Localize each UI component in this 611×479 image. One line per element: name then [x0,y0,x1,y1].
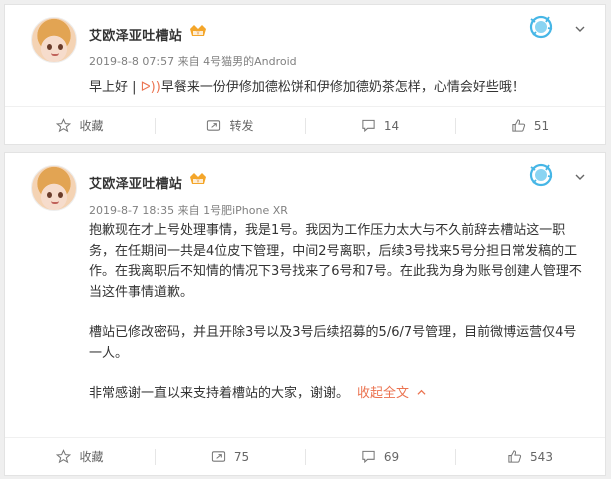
author-name[interactable]: 艾欧泽亚吐槽站 [89,25,182,44]
star-icon [56,449,72,464]
repost-icon [211,451,225,462]
voice-message-icon[interactable]: ᐅ)) [141,80,161,95]
comment-count: 14 [383,118,400,133]
like-count: 51 [533,118,550,133]
comment-button[interactable]: 14 [305,107,455,144]
thumbs-up-icon [512,119,525,132]
post-paragraph: 抱歉现在才上号处理事情，我是1号。我因为工作压力太大与不久前辞去槽站这一职务，在… [89,223,582,300]
weibo-post-card: 艾欧泽亚吐槽站 V 2019-8-7 18:35 来自 1号肥iPhone XR… [4,152,606,476]
action-bar: 收藏 75 69 543 [5,437,605,475]
collapse-label: 收起全文 [357,386,410,401]
post-text: 早上好 | ᐅ))早餐来一份伊修加德松饼和伊修加德奶茶怎样，心情会好些哦！ [89,77,587,98]
avatar-eye [47,192,52,198]
author-name[interactable]: 艾欧泽亚吐槽站 [89,173,182,192]
avatar-mouth [51,53,59,56]
comment-icon [362,450,375,464]
chevron-up-icon [417,389,426,395]
repost-count: 75 [233,449,250,464]
comment-count: 69 [383,449,400,464]
avatar[interactable] [31,17,77,63]
repost-label: 转发 [229,119,254,133]
repost-button[interactable]: 转发 [155,107,305,144]
vip-badge-icon[interactable]: V [188,23,208,39]
thumbs-up-icon [508,450,522,463]
repost-icon [207,120,221,131]
post-meta: 2019-8-7 18:35 来自 1号肥iPhone XR [89,204,288,217]
greeting-text: 早上好 | [89,80,137,95]
avatar-eye [58,44,63,50]
like-count: 543 [530,449,553,464]
comment-button[interactable]: 69 [305,438,455,475]
action-bar: 收藏 转发 14 51 [5,106,605,144]
svg-text:V: V [197,179,200,184]
post-paragraph: 非常感谢一直以来支持着槽站的大家，谢谢。 [89,386,350,401]
like-button[interactable]: 543 [455,438,605,475]
favorite-label: 收藏 [79,119,104,133]
favorite-button[interactable]: 收藏 [5,107,155,144]
post-body-text: 早餐来一份伊修加德松饼和伊修加德奶茶怎样，心情会好些哦！ [160,80,525,95]
chevron-down-icon[interactable] [575,24,585,34]
favorite-button[interactable]: 收藏 [5,438,155,475]
collapse-text-link[interactable]: 收起全文 [357,386,426,401]
favorite-label: 收藏 [79,450,104,464]
avatar[interactable] [31,165,77,211]
chevron-down-icon[interactable] [575,172,585,182]
star-icon [56,118,72,133]
svg-text:V: V [197,31,200,36]
weibo-logo-icon [529,15,553,39]
vip-badge-icon[interactable]: V [188,171,208,187]
weibo-post-card: 艾欧泽亚吐槽站 V 2019-8-8 07:57 来自 4号猫男的Android… [4,4,606,145]
post-paragraph: 槽站已修改密码，并且开除3号以及3号后续招募的5/6/7号管理，目前微博运营仅4… [89,325,577,361]
avatar-eye [58,192,63,198]
avatar-mouth [51,201,59,204]
post-text: 抱歉现在才上号处理事情，我是1号。我因为工作压力太大与不久前辞去槽站这一职务，在… [89,221,587,405]
weibo-logo-icon [529,163,553,187]
comment-icon [362,119,375,133]
post-meta: 2019-8-8 07:57 来自 4号猫男的Android [89,55,297,68]
repost-button[interactable]: 75 [155,438,305,475]
like-button[interactable]: 51 [455,107,605,144]
avatar-eye [47,44,52,50]
post-paragraph-last: 非常感谢一直以来支持着槽站的大家，谢谢。 收起全文 [89,384,587,405]
